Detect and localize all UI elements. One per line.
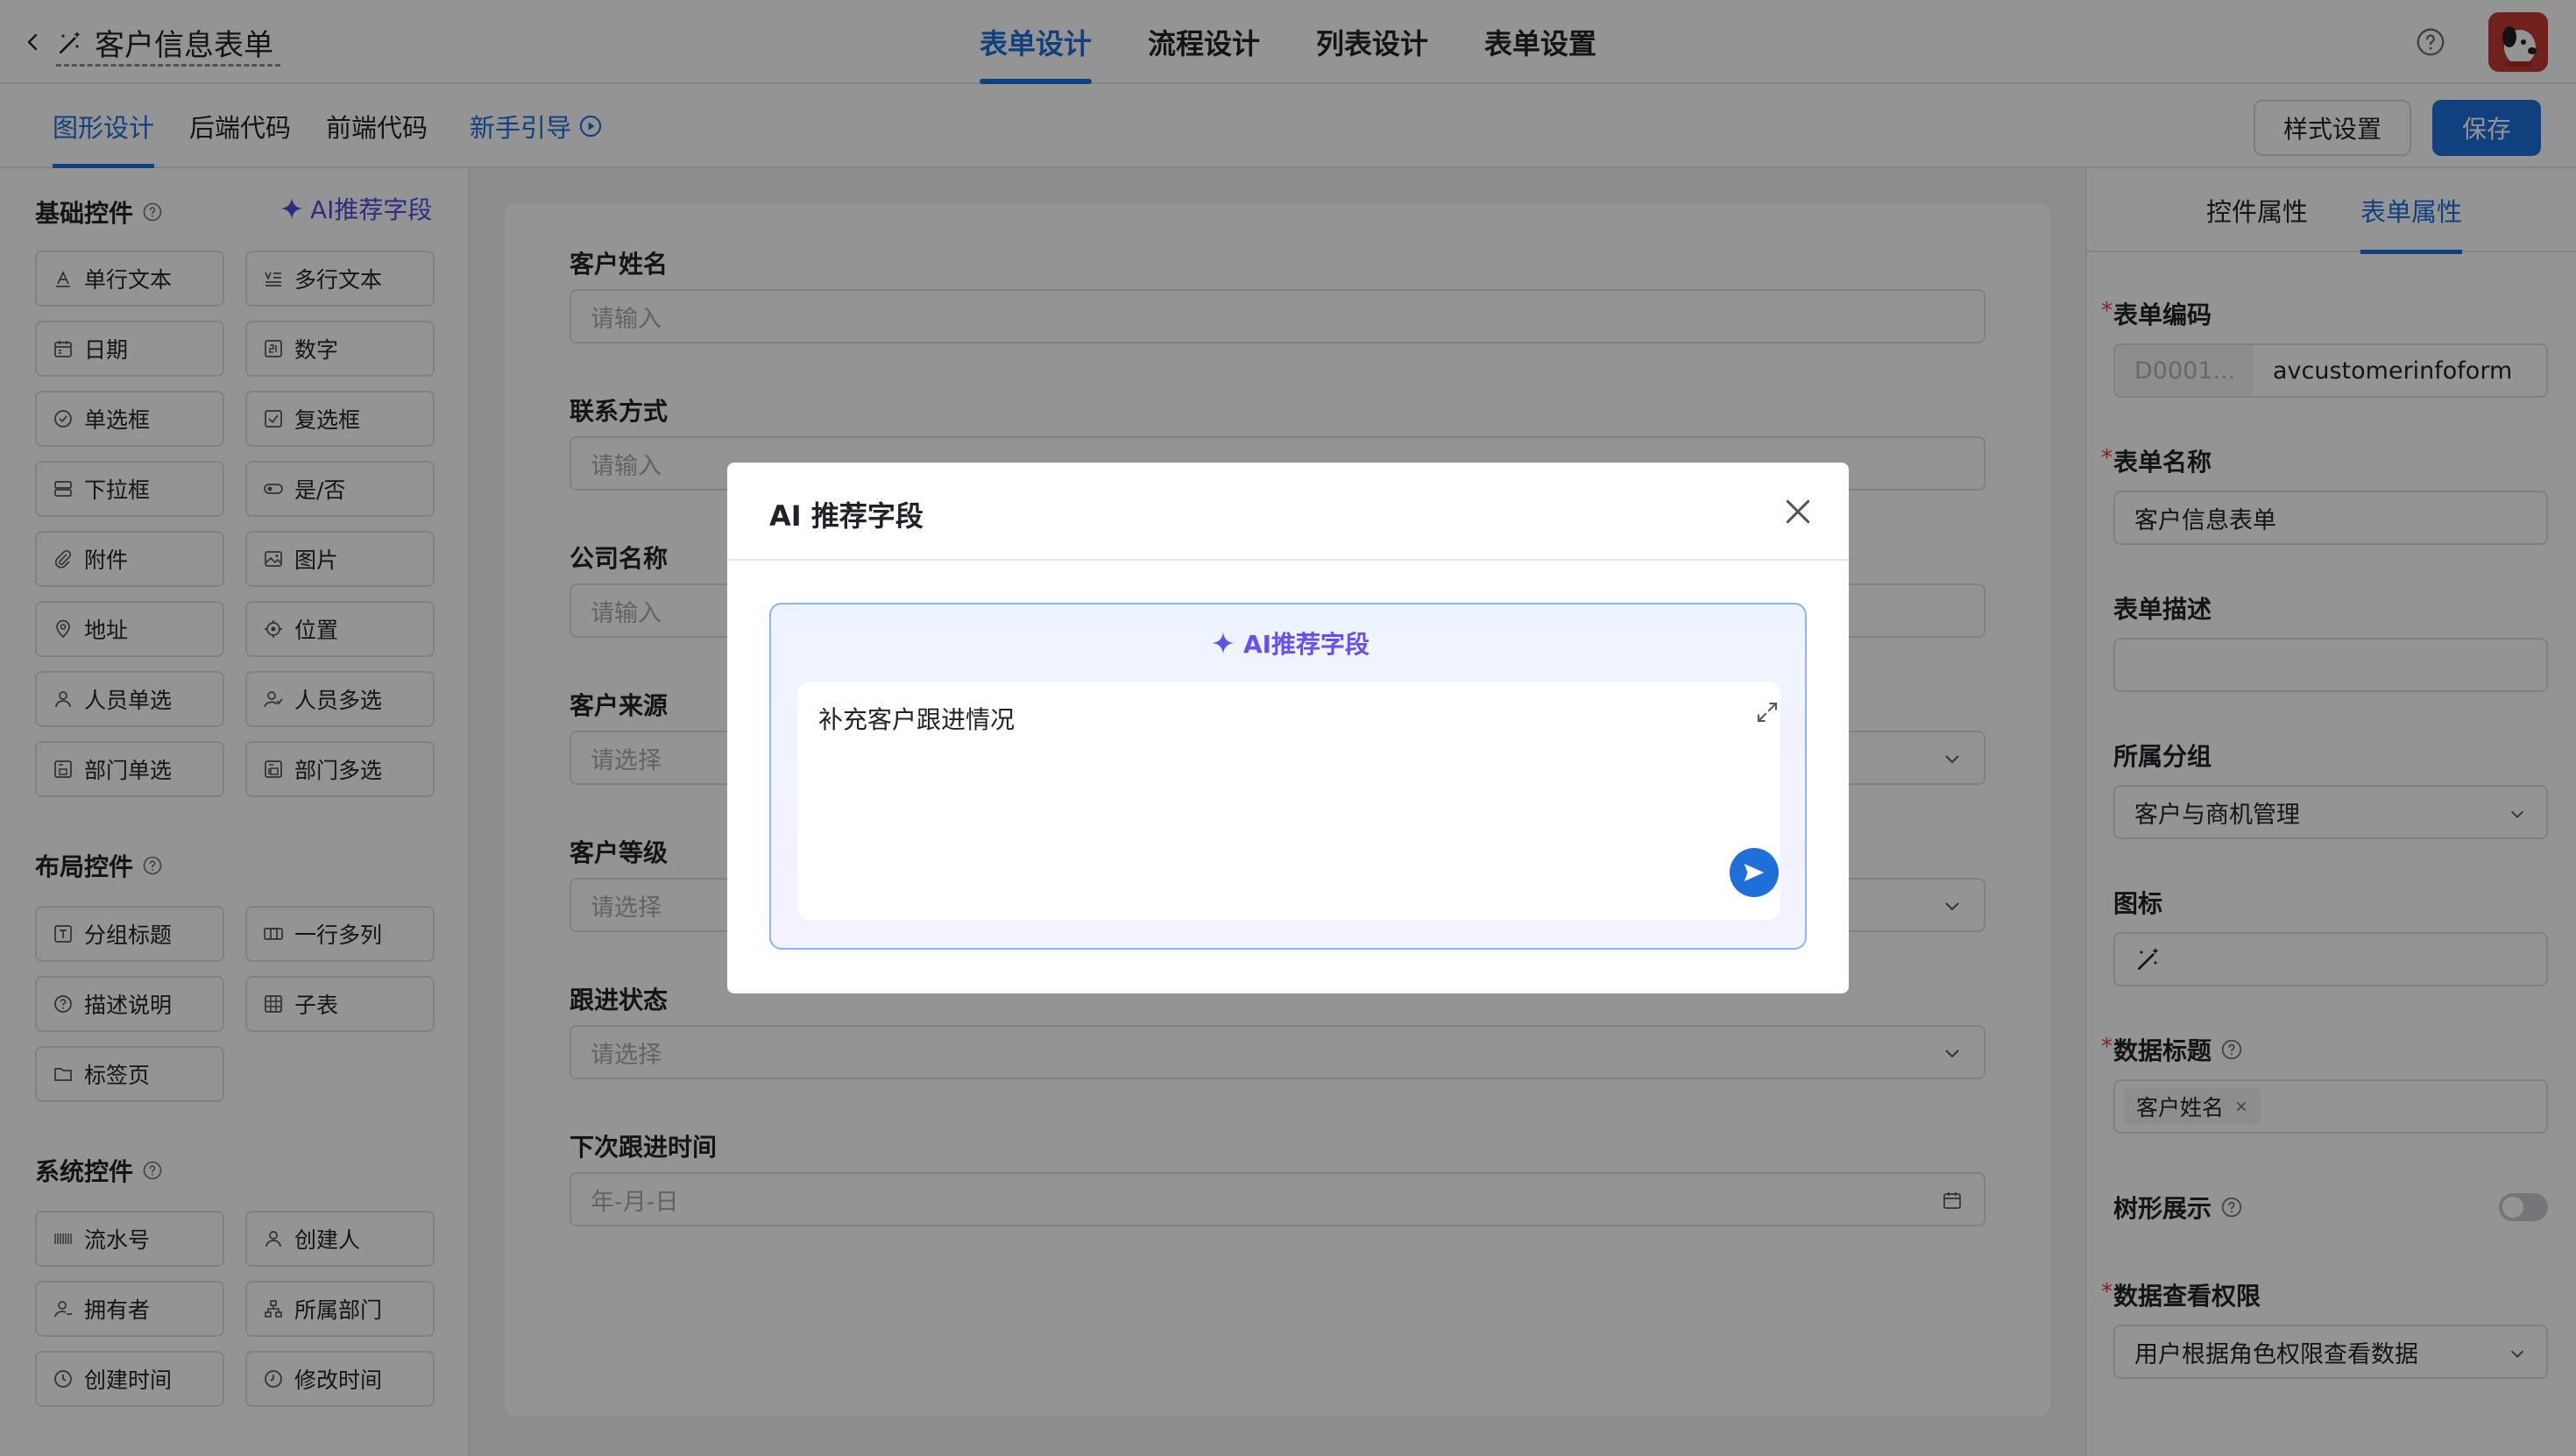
expand-icon[interactable] bbox=[1754, 699, 1780, 725]
ai-box-title-text: AI推荐字段 bbox=[1242, 630, 1370, 659]
send-button[interactable] bbox=[1730, 848, 1779, 897]
ai-prompt-text: 补充客户跟进情况 bbox=[818, 705, 1016, 734]
send-icon bbox=[1744, 864, 1765, 881]
sparkle-icon bbox=[1212, 632, 1235, 654]
ai-recommend-dialog: AI 推荐字段 AI推荐字段 补充客户跟进情况 bbox=[727, 463, 1849, 993]
ai-box-title: AI推荐字段 bbox=[771, 626, 1808, 661]
dialog-header: AI 推荐字段 bbox=[727, 463, 1849, 561]
close-icon[interactable] bbox=[1780, 494, 1815, 529]
ai-prompt-input[interactable]: 补充客户跟进情况 bbox=[797, 682, 1780, 920]
ai-prompt-box: AI推荐字段 补充客户跟进情况 bbox=[769, 603, 1807, 950]
dialog-title: AI 推荐字段 bbox=[769, 499, 924, 533]
